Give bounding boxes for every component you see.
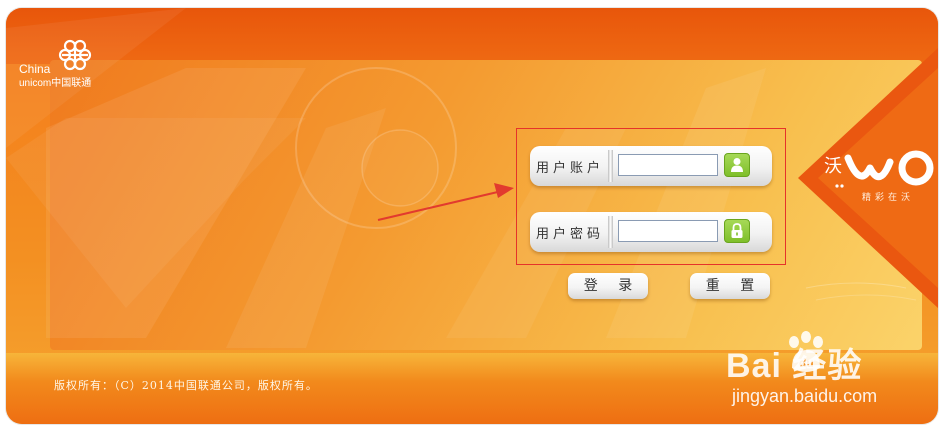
field-separator — [608, 216, 613, 248]
reset-button[interactable]: 重 置 — [690, 273, 770, 299]
wo-brand-logo-icon — [835, 150, 934, 188]
login-button[interactable]: 登 录 — [568, 273, 648, 299]
user-icon — [724, 153, 750, 177]
wo-character: 沃 — [824, 156, 842, 177]
account-field-row: 用户账户 — [530, 146, 772, 186]
account-label: 用户账户 — [536, 161, 605, 176]
account-input[interactable] — [618, 154, 718, 176]
password-field-row: 用户密码 — [530, 212, 772, 252]
lock-icon — [724, 219, 750, 243]
field-separator — [608, 150, 613, 182]
wo-tagline: 精彩在沃 — [862, 193, 915, 203]
baidu-jingyan-watermark: Bai 经验 — [726, 347, 863, 385]
copyright-text: 版权所有：（C）2014中国联通公司，版权所有。 — [54, 379, 318, 392]
baidu-jingyan-url: jingyan.baidu.com — [732, 386, 878, 406]
logo-text-unicom: unicom中国联通 — [19, 78, 92, 89]
password-label: 用户密码 — [536, 227, 605, 242]
password-input[interactable] — [618, 220, 718, 242]
login-page: China unicom中国联通 沃 精彩在沃 用户账户 用户密码 登 录 重 … — [0, 0, 945, 430]
